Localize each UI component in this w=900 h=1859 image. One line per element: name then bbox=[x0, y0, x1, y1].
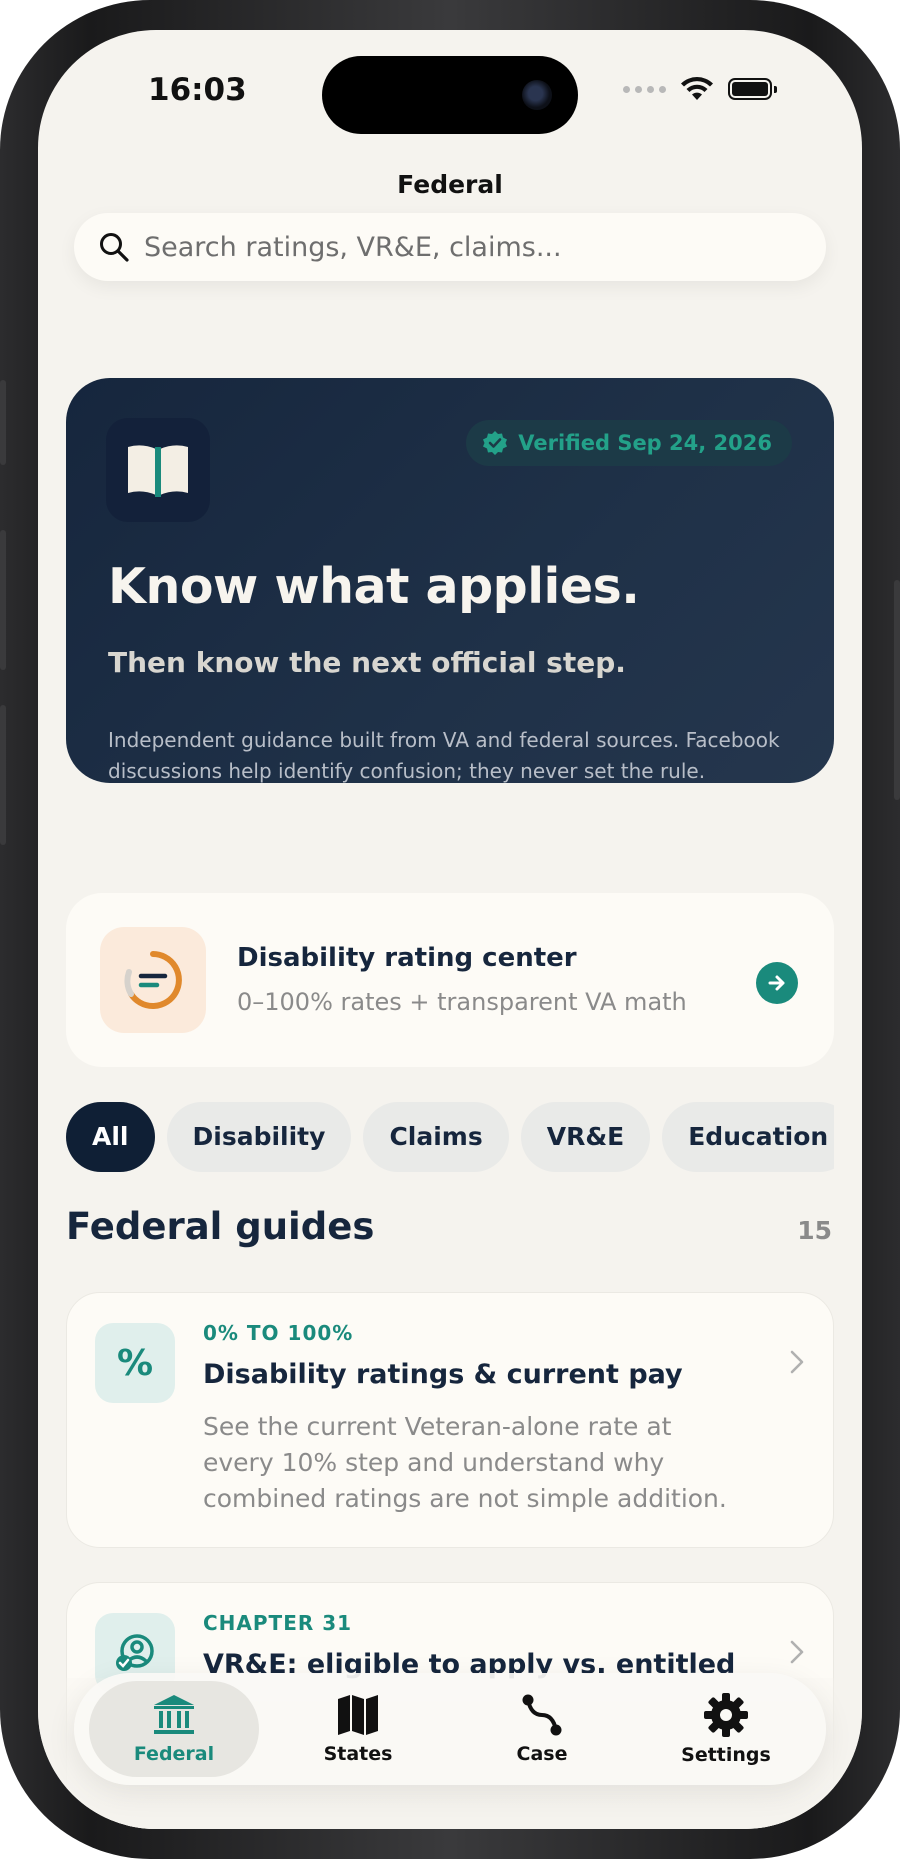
search-input[interactable]: Search ratings, VR&E, claims... bbox=[74, 213, 826, 281]
mute-switch bbox=[0, 380, 6, 465]
tab-states[interactable]: States bbox=[273, 1681, 443, 1777]
gauge-icon bbox=[100, 927, 206, 1033]
rating-center-card[interactable]: Disability rating center 0–100% rates + … bbox=[66, 893, 834, 1067]
filter-chip-claims[interactable]: Claims bbox=[363, 1102, 509, 1172]
guide-title: Disability ratings & current pay bbox=[203, 1359, 683, 1390]
verified-badge: Verified Sep 24, 2026 bbox=[466, 420, 792, 466]
tab-federal[interactable]: Federal bbox=[89, 1681, 259, 1777]
verified-date: Verified Sep 24, 2026 bbox=[518, 431, 772, 455]
volume-up-button bbox=[0, 530, 6, 670]
guide-card[interactable]: % 0% TO 100% Disability ratings & curren… bbox=[66, 1292, 834, 1548]
tab-case[interactable]: Case bbox=[457, 1681, 627, 1777]
section-title: Federal guides bbox=[66, 1205, 375, 1248]
signal-icon bbox=[623, 85, 666, 93]
volume-down-button bbox=[0, 705, 6, 845]
rating-center-subtitle: 0–100% rates + transparent VA math bbox=[237, 988, 687, 1016]
dynamic-island bbox=[322, 56, 578, 134]
chevron-right-icon bbox=[790, 1640, 804, 1664]
power-button bbox=[894, 580, 900, 800]
rating-center-title: Disability rating center bbox=[237, 943, 577, 973]
filter-chip-all[interactable]: All bbox=[66, 1102, 155, 1172]
search-placeholder: Search ratings, VR&E, claims... bbox=[144, 231, 562, 263]
filter-chip-vre[interactable]: VR&E bbox=[520, 1102, 651, 1172]
bank-icon bbox=[154, 1695, 194, 1734]
chevron-right-icon bbox=[790, 1350, 804, 1374]
guide-count: 15 bbox=[797, 1216, 832, 1245]
filter-chip-education[interactable]: Education bbox=[662, 1102, 834, 1172]
tab-label: Settings bbox=[681, 1744, 771, 1766]
tab-bar: Federal States Case Settings bbox=[74, 1673, 826, 1785]
hero-headline: Know what applies. bbox=[108, 558, 640, 615]
phone-frame: 16:03 Federal Search ratings, VR&E, clai… bbox=[0, 0, 900, 1859]
status-indicators bbox=[623, 72, 777, 106]
map-icon bbox=[338, 1695, 378, 1735]
screen: 16:03 Federal Search ratings, VR&E, clai… bbox=[38, 30, 862, 1829]
page-title: Federal bbox=[397, 170, 503, 199]
hero-card: Verified Sep 24, 2026 Know what applies.… bbox=[66, 378, 834, 783]
hero-body: Independent guidance built from VA and f… bbox=[108, 728, 780, 783]
verified-check-icon bbox=[483, 431, 508, 455]
guide-tag: 0% TO 100% bbox=[203, 1321, 354, 1345]
percent-icon: % bbox=[95, 1323, 175, 1403]
tab-label: States bbox=[323, 1743, 393, 1765]
gear-icon bbox=[704, 1693, 748, 1737]
arrow-right-icon[interactable] bbox=[756, 962, 798, 1004]
tab-label: Federal bbox=[133, 1743, 215, 1765]
wifi-icon bbox=[681, 77, 713, 100]
book-icon bbox=[106, 418, 210, 522]
filter-chip-disability[interactable]: Disability bbox=[166, 1102, 352, 1172]
camera-icon bbox=[522, 80, 552, 110]
filter-chips: All Disability Claims VR&E Education bbox=[66, 1102, 834, 1172]
search-icon bbox=[100, 233, 129, 262]
status-time: 16:03 bbox=[148, 72, 247, 108]
guide-description: See the current Veteran-alone rate at ev… bbox=[203, 1412, 727, 1513]
hero-subheadline: Then know the next official step. bbox=[108, 646, 626, 679]
route-icon bbox=[522, 1694, 562, 1736]
tab-label: Case bbox=[516, 1743, 568, 1765]
battery-icon bbox=[728, 78, 777, 100]
guide-tag: CHAPTER 31 bbox=[203, 1611, 353, 1635]
tab-settings[interactable]: Settings bbox=[641, 1681, 811, 1777]
